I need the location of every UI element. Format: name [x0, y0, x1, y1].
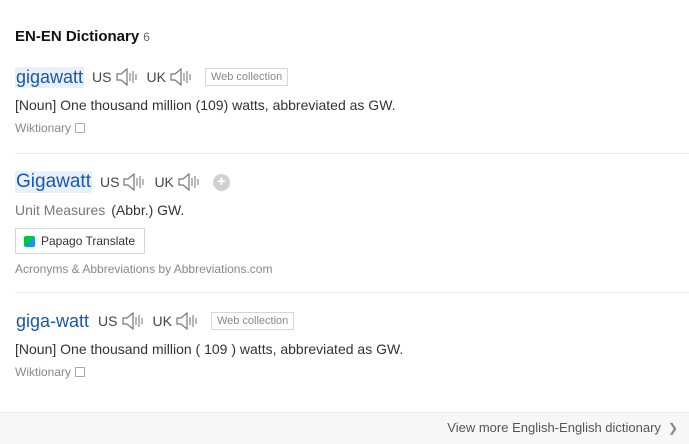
entry-definition: [Noun] One thousand million ( 109 ) watt…: [15, 341, 404, 357]
view-more-label[interactable]: View more English-English dictionary: [447, 420, 661, 435]
speaker-icon[interactable]: [175, 311, 201, 331]
entry-divider: [15, 292, 689, 293]
uk-label: UK: [154, 174, 174, 190]
external-link-icon: [75, 123, 86, 133]
speaker-icon[interactable]: [115, 67, 141, 87]
source-label[interactable]: Wiktionary: [15, 365, 71, 379]
us-pronunciation[interactable]: US: [100, 172, 148, 192]
us-label: US: [99, 174, 120, 190]
uk-pronunciation[interactable]: UK: [153, 311, 201, 331]
us-pronunciation[interactable]: US: [92, 67, 140, 87]
entry-source[interactable]: Wiktionary: [15, 121, 689, 135]
dictionary-header: EN-EN Dictionary 6: [15, 28, 150, 45]
external-link-icon: [75, 367, 86, 377]
result-count: 6: [143, 30, 150, 44]
uk-label: UK: [152, 313, 172, 329]
unit-label: Unit Measures: [15, 202, 106, 218]
entry-word-link[interactable]: gigawatt: [15, 66, 85, 88]
papago-translate-button[interactable]: Papago Translate: [15, 228, 146, 254]
entry-word-link[interactable]: Gigawatt: [15, 171, 92, 193]
papago-translate-label: Papago Translate: [41, 234, 136, 248]
speaker-icon[interactable]: [169, 67, 195, 87]
web-collection-tag: Web collection: [204, 68, 289, 86]
speaker-icon[interactable]: [177, 172, 203, 192]
uk-label: UK: [146, 69, 166, 85]
uk-pronunciation[interactable]: UK: [147, 67, 195, 87]
dictionary-entry: Gigawatt US UK + Unit Measures (Abbr.) G…: [15, 168, 689, 276]
unit-measures-row: Unit Measures (Abbr.) GW.: [15, 202, 689, 218]
section-title: EN-EN Dictionary: [15, 28, 140, 45]
us-pronunciation[interactable]: US: [98, 311, 146, 331]
source-label[interactable]: Wiktionary: [15, 121, 71, 135]
us-label: US: [92, 69, 112, 85]
dictionary-entry: giga-watt US UK Web collection [Noun] On…: [15, 307, 689, 380]
us-label: US: [98, 313, 118, 329]
view-more-link[interactable]: View more English-English dictionary ❯: [447, 420, 678, 435]
entry-definition: [Noun] One thousand million (109) watts,…: [15, 97, 396, 113]
papago-logo-icon: [24, 235, 35, 247]
plus-icon[interactable]: +: [212, 173, 230, 191]
entry-divider: [15, 153, 689, 154]
source-label[interactable]: Acronyms & Abbreviations by Abbreviation…: [15, 262, 272, 276]
entry-source[interactable]: Acronyms & Abbreviations by Abbreviation…: [15, 262, 689, 276]
entry-word-link[interactable]: giga-watt: [15, 311, 90, 332]
dictionary-entry: gigawatt US UK Web collection [Noun] One…: [15, 63, 689, 135]
entry-source[interactable]: Wiktionary: [15, 365, 689, 379]
speaker-icon[interactable]: [122, 172, 148, 192]
unit-value: (Abbr.) GW.: [111, 202, 185, 218]
uk-pronunciation[interactable]: UK: [154, 172, 202, 192]
web-collection-tag: Web collection: [210, 312, 295, 330]
chevron-right-icon: ❯: [667, 420, 678, 435]
footer-bar: View more English-English dictionary ❯: [0, 412, 689, 444]
speaker-icon[interactable]: [121, 311, 147, 331]
